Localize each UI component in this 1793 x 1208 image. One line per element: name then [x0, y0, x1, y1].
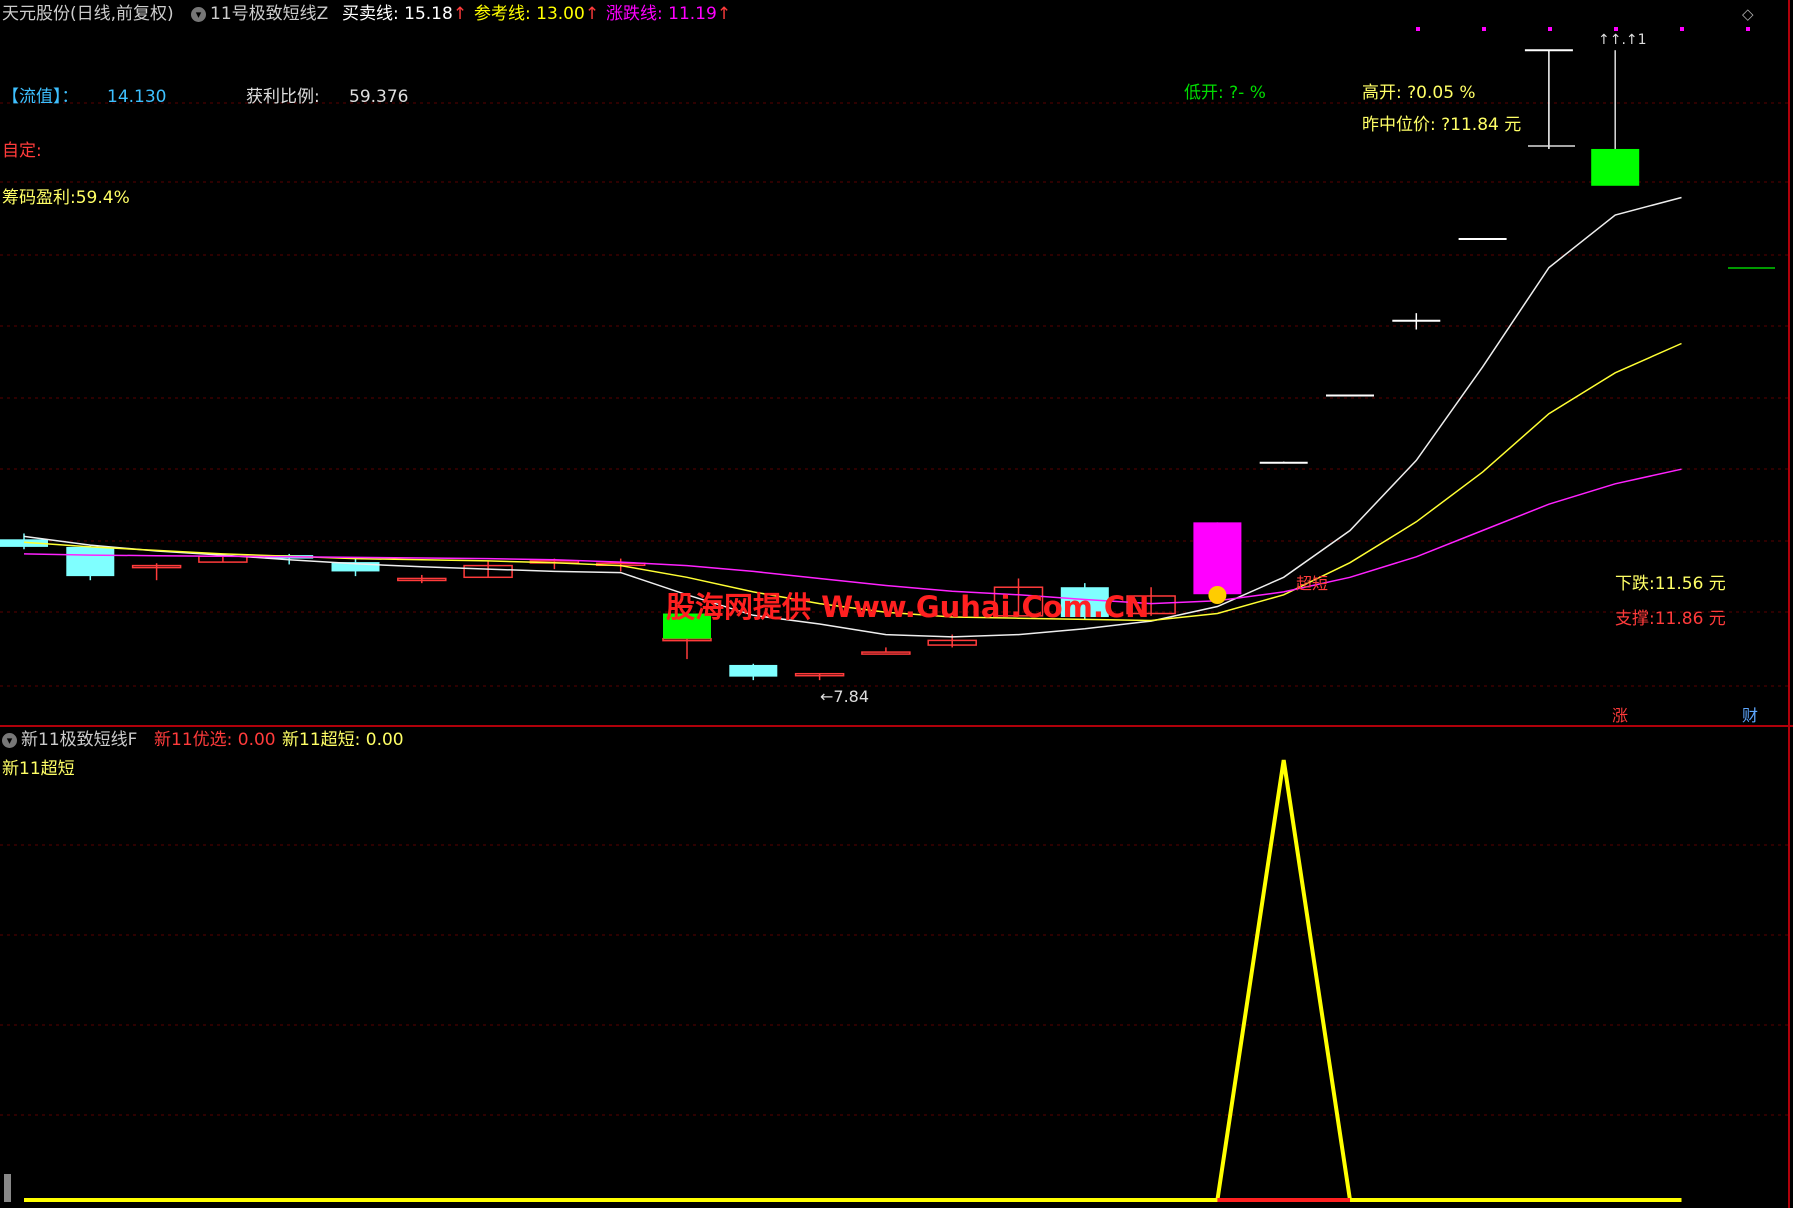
- super-short-tag: 超短: [1296, 574, 1329, 593]
- prev-mid-price: 昨中位价: ?11.84 元: [1362, 115, 1522, 135]
- indicator-name: 11号极致短线Z: [210, 4, 329, 24]
- signal-dot: [1482, 27, 1486, 31]
- sub-indicator-name: 新11极致短线F: [21, 730, 138, 750]
- support-label: 支撑:11.86 元: [1615, 609, 1726, 629]
- signal-dot: [1746, 27, 1750, 31]
- sub-series-line: [24, 759, 1682, 1202]
- updown-line-value: 涨跌线: 11.19↑: [606, 4, 732, 24]
- candle-body: [1193, 522, 1242, 595]
- diamond-icon[interactable]: ◇: [1742, 4, 1754, 24]
- watermark: 股海网提供 Www.Guhai.Com.CN: [666, 590, 1150, 624]
- chaoduan-value: 新11超短: 0.00: [282, 730, 404, 750]
- signal-dot: [1416, 27, 1420, 31]
- chevron-down-icon[interactable]: ▾: [191, 6, 206, 22]
- cai-tag[interactable]: 财: [1742, 706, 1758, 726]
- liuzhi-label: 【流值】：: [2, 87, 79, 107]
- custom-label: 自定:: [2, 141, 42, 161]
- up-arrow-icon: ↑: [716, 4, 732, 24]
- down-label: 下跌:11.56 元: [1615, 574, 1726, 594]
- candle-body: [729, 664, 778, 677]
- high-open: 高开: ?0.05 %: [1362, 83, 1476, 103]
- up-arrow-icon: ↑: [584, 4, 600, 24]
- ref-line-value: 参考线: 13.00↑: [474, 4, 600, 24]
- liuzhi-value: 14.130: [107, 87, 167, 107]
- indicator-selector[interactable]: ▾ 11号极致短线Z: [191, 4, 328, 24]
- youxuan-value: 新11优选: 0.00: [154, 730, 276, 750]
- candle-body: [66, 546, 115, 577]
- signal-dot: [1548, 27, 1552, 31]
- series-label: 新11超短: [2, 759, 75, 779]
- ma-line-white: [23, 196, 1682, 638]
- smiley-icon: [1208, 586, 1227, 604]
- sub-indicator-selector[interactable]: ▾ 新11极致短线F: [2, 730, 137, 750]
- candle-body: [861, 651, 911, 655]
- profit-ratio-label: 获利比例:: [246, 87, 320, 107]
- high-price-marker: ↑↑.↑1: [1598, 32, 1647, 48]
- stock-title: 天元股份(日线,前复权): [2, 4, 174, 24]
- low-open: 低开: ?- %: [1184, 83, 1266, 103]
- up-arrow-icon: ↑: [452, 4, 468, 24]
- profit-ratio-value: 59.376: [349, 87, 409, 107]
- signal-dot: [1680, 27, 1684, 31]
- buy-sell-line-value: 买卖线: 15.18↑: [342, 4, 468, 24]
- scroll-handle: [4, 1174, 11, 1202]
- chevron-down-icon[interactable]: ▾: [2, 732, 17, 748]
- ma-line-yellow: [23, 342, 1682, 622]
- ma-line-magenta: [23, 468, 1682, 605]
- low-price-marker: ←7.84: [820, 687, 870, 706]
- chip-profit: 筹码盈利:59.4%: [2, 188, 130, 208]
- signal-block: [1591, 148, 1640, 186]
- zhang-tag[interactable]: 涨: [1612, 706, 1628, 726]
